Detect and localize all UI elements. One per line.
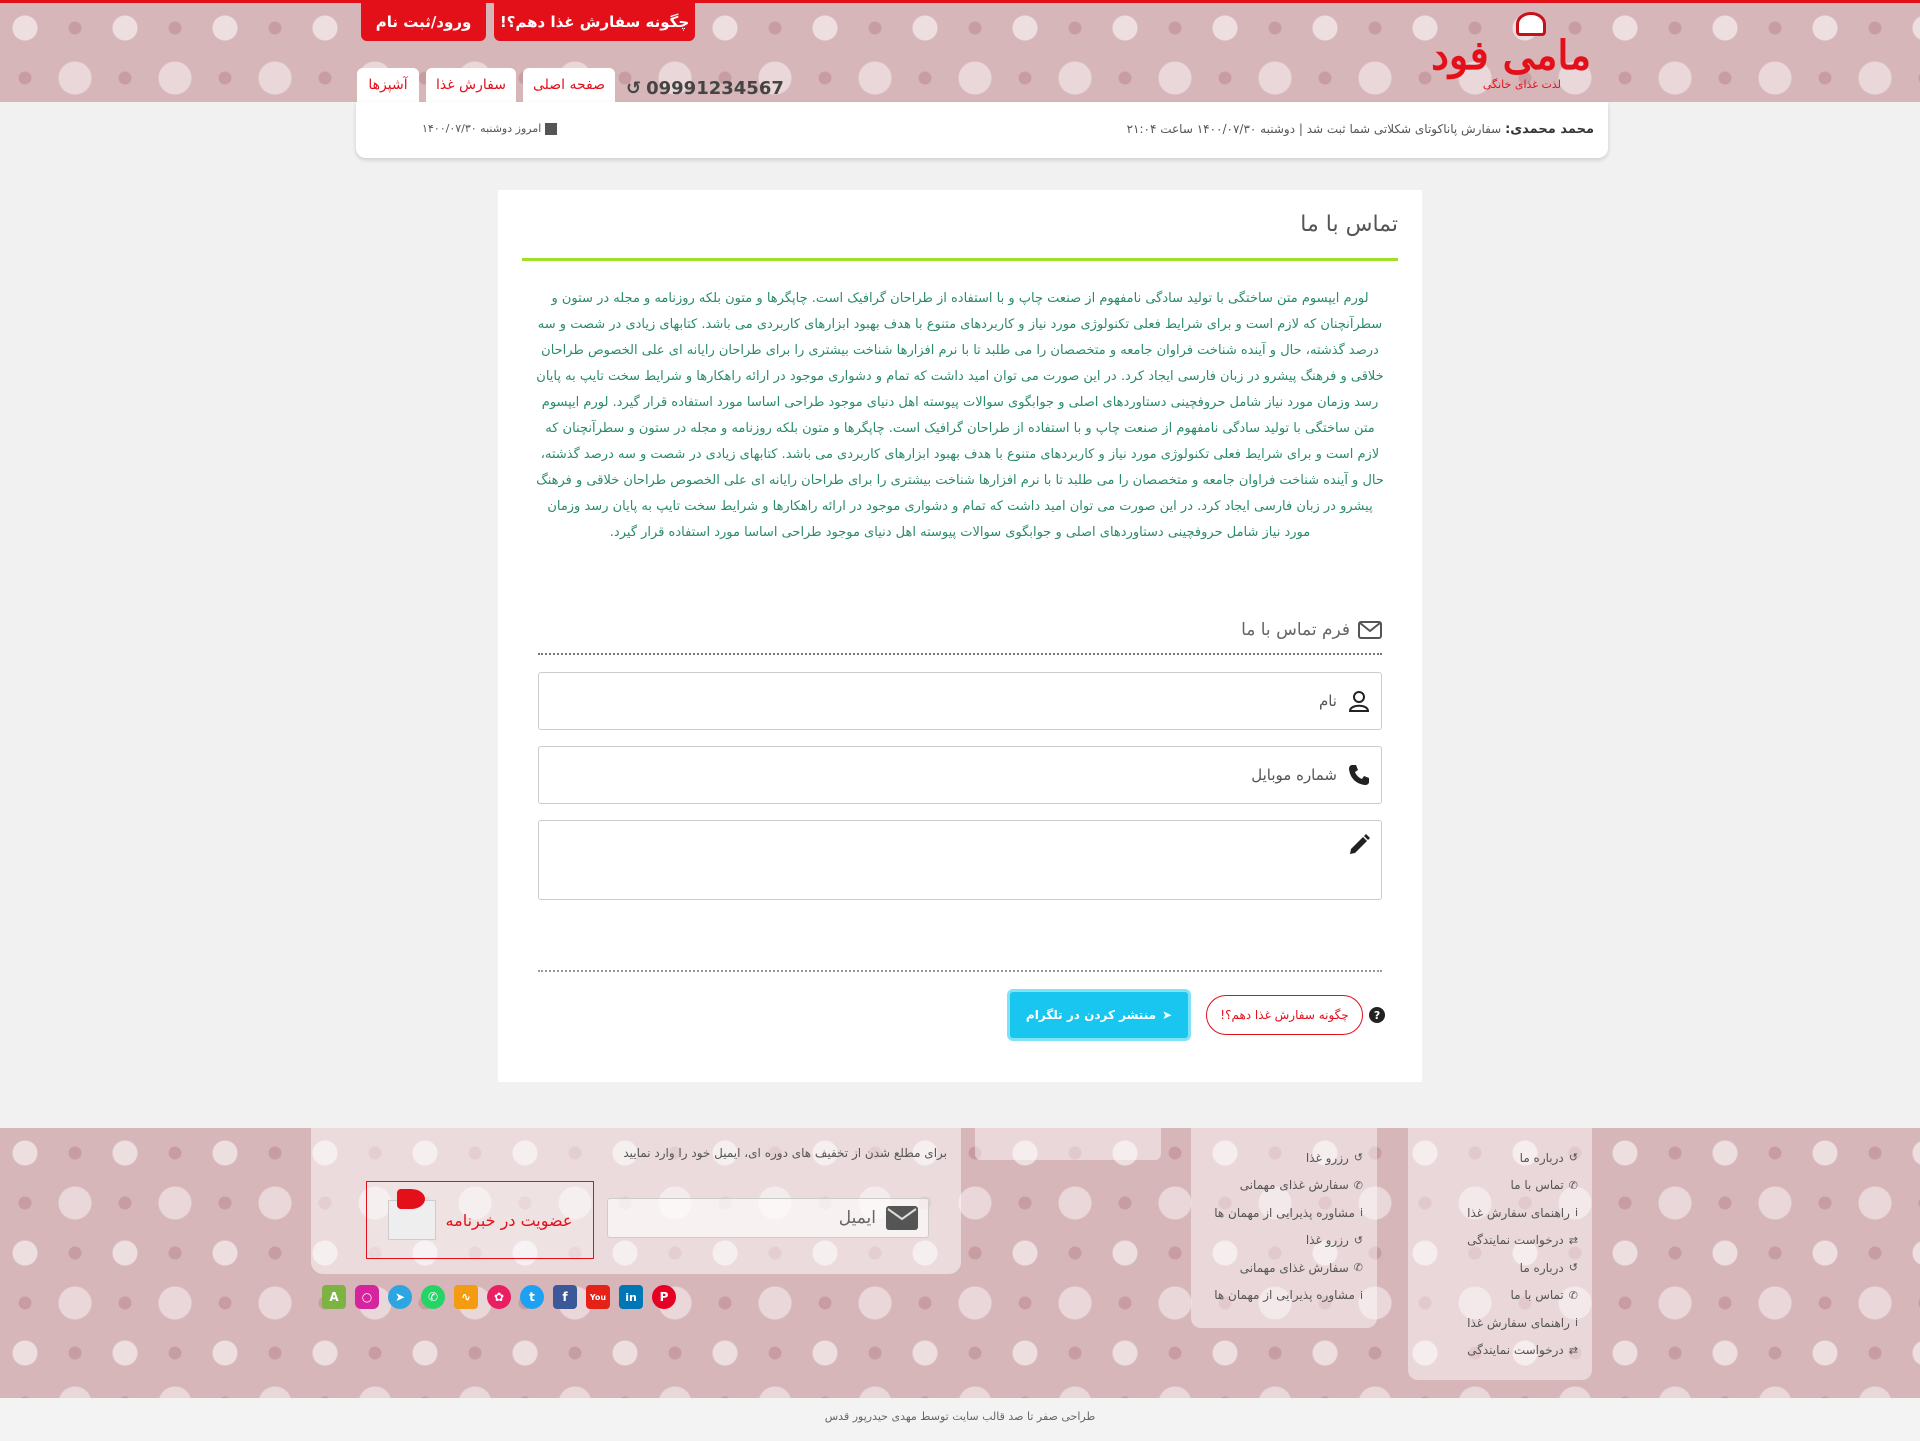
user-icon — [1348, 691, 1370, 712]
contact-form-heading: فرم تماس با ما — [1241, 620, 1382, 640]
history-icon: ↺ — [626, 78, 642, 99]
pinterest-icon[interactable]: P — [652, 1285, 676, 1309]
info-icon: i — [1359, 1206, 1363, 1220]
twitter-icon[interactable]: t — [520, 1285, 544, 1309]
page-title: تماس با ما — [1300, 212, 1398, 237]
subscribe-button[interactable]: عضویت در خبرنامه — [366, 1181, 594, 1259]
share-telegram-button[interactable]: ➤ منتشر کردن در تلگرام — [1010, 992, 1188, 1038]
rss-icon[interactable]: ∿ — [454, 1285, 478, 1309]
divider — [538, 653, 1382, 655]
footer-link[interactable]: i راهنمای سفارش غذا — [1408, 1199, 1578, 1227]
aparat-icon[interactable]: ✿ — [487, 1285, 511, 1309]
shuffle-icon: ⇄ — [1568, 1343, 1578, 1357]
history-icon: ↺ — [1568, 1151, 1578, 1165]
shuffle-icon: ⇄ — [1568, 1233, 1578, 1247]
calendar-icon — [545, 122, 558, 135]
mobile-field[interactable]: شماره موبایل — [538, 746, 1382, 804]
mobile-placeholder: شماره موبایل — [1251, 766, 1337, 784]
copyright-bar: طراحی صفر تا صد قالب سایت توسط مهدی حیدر… — [0, 1398, 1920, 1441]
today-text: امروز دوشنبه ۱۴۰۰/۰۷/۳۰ — [422, 122, 542, 135]
login-register-button[interactable]: ورود/ثبت نام — [361, 3, 486, 41]
how-to-order-help[interactable]: ? چگونه سفارش غذا دهم؟! — [1206, 995, 1385, 1035]
contact-description: لورم ایپسوم متن ساختگی با تولید سادگی نا… — [536, 291, 1384, 540]
footer-link[interactable]: ✆ سفارش غذای مهمانی — [1191, 1172, 1363, 1200]
footer-link[interactable]: ↺ درباره ما — [1408, 1254, 1578, 1282]
contact-panel: تماس با ما لورم ایپسوم متن ساختگی با تول… — [498, 190, 1422, 1082]
history-icon: ↺ — [1353, 1151, 1363, 1165]
facebook-icon[interactable]: f — [553, 1285, 577, 1309]
youtube-icon[interactable]: You — [586, 1285, 610, 1309]
notice-text: سفارش پاناکوتای شکلاتی شما ثبت شد | دوشن… — [1126, 122, 1502, 136]
footer-link[interactable]: i مشاوره پذیرایی از مهمان ها — [1191, 1199, 1363, 1227]
phone-text: 09991234567 — [646, 78, 784, 99]
contact-form-title: فرم تماس با ما — [1241, 620, 1350, 640]
footer-link[interactable]: ↺ رزرو غذا — [1191, 1227, 1363, 1255]
envelope-icon — [1358, 621, 1382, 639]
notice-user: محمد محمدی: — [1505, 122, 1594, 137]
megaphone-mail-icon — [387, 1189, 436, 1240]
telegram-icon[interactable]: ➤ — [388, 1285, 412, 1309]
nav-tab-order-food[interactable]: سفارش غذا — [426, 68, 516, 102]
logo-text: مامی فود — [1431, 32, 1591, 79]
email-input[interactable]: ایمیل — [607, 1198, 929, 1238]
footer-link[interactable]: ↺ رزرو غذا — [1191, 1144, 1363, 1172]
envelope-icon — [886, 1206, 918, 1230]
order-notice: محمد محمدی: سفارش پاناکوتای شکلاتی شما ث… — [1127, 122, 1594, 137]
footer-empty-panel — [975, 1128, 1161, 1160]
pencil-icon — [1350, 834, 1370, 854]
footer-link[interactable]: i مشاوره پذیرایی از مهمان ها — [1191, 1282, 1363, 1310]
info-icon: i — [1574, 1316, 1578, 1330]
how-to-order-link[interactable]: چگونه سفارش غذا دهم؟! — [1206, 995, 1363, 1035]
logo-subtitle: لذت غذای خانگی — [1482, 78, 1561, 91]
copyright-text: طراحی صفر تا صد قالب سایت توسط مهدی حیدر… — [824, 1410, 1096, 1423]
phone-icon: ✆ — [1353, 1178, 1363, 1192]
linkedin-icon[interactable]: in — [619, 1285, 643, 1309]
name-field[interactable]: نام — [538, 672, 1382, 730]
footer-link[interactable]: ⇄ درخواست نمایندگی — [1408, 1227, 1578, 1255]
footer-links-1: ↺ درباره ما ✆ تماس با ما i راهنمای سفارش غذ… — [1408, 1128, 1592, 1380]
info-bar: محمد محمدی: سفارش پاناکوتای شکلاتی شما ث… — [356, 102, 1608, 158]
subscribe-label: عضویت در خبرنامه — [445, 1210, 573, 1230]
phone-icon: ✆ — [1568, 1178, 1578, 1192]
android-icon[interactable]: A — [322, 1285, 346, 1309]
newsletter-panel: برای مطلع شدن از تخفیف های دوره ای، ایمی… — [311, 1128, 961, 1274]
phone-number[interactable]: ↺ 09991234567 — [626, 78, 784, 99]
question-icon: ? — [1369, 1007, 1385, 1023]
footer-link[interactable]: ✆ تماس با ما — [1408, 1282, 1578, 1310]
info-icon: i — [1574, 1206, 1578, 1220]
info-icon: i — [1359, 1288, 1363, 1302]
email-placeholder: ایمیل — [838, 1208, 876, 1228]
history-icon: ↺ — [1568, 1261, 1578, 1275]
footer-link[interactable]: ⇄ درخواست نمایندگی — [1408, 1337, 1578, 1365]
newsletter-text: برای مطلع شدن از تخفیف های دوره ای، ایمی… — [623, 1146, 947, 1160]
name-placeholder: نام — [1318, 692, 1337, 710]
header-band — [0, 0, 1920, 102]
title-underline — [522, 258, 1398, 261]
phone-icon: ✆ — [1353, 1261, 1363, 1275]
site-logo[interactable]: مامی فود لذت غذای خانگی — [1376, 12, 1591, 92]
phone-icon — [1349, 765, 1369, 785]
footer-link[interactable]: ↺ درباره ما — [1408, 1144, 1578, 1172]
send-icon: ➤ — [1162, 1008, 1173, 1022]
nav-tab-home[interactable]: صفحه اصلی — [523, 68, 615, 102]
message-textarea[interactable] — [538, 820, 1382, 900]
phone-icon: ✆ — [1568, 1288, 1578, 1302]
footer-link[interactable]: i راهنمای سفارش غذا — [1408, 1309, 1578, 1337]
how-to-order-button[interactable]: چگونه سفارش غذا دهم؟! — [494, 3, 695, 41]
instagram-icon[interactable]: ○ — [355, 1285, 379, 1309]
social-icons: A ○ ➤ ✆ ∿ ✿ t f You in P — [322, 1285, 676, 1309]
whatsapp-icon[interactable]: ✆ — [421, 1285, 445, 1309]
history-icon: ↺ — [1353, 1233, 1363, 1247]
nav-tab-chefs[interactable]: آشپزها — [357, 68, 419, 102]
share-telegram-label: منتشر کردن در تلگرام — [1025, 1008, 1157, 1022]
footer-link[interactable]: ✆ سفارش غذای مهمانی — [1191, 1254, 1363, 1282]
footer-links-2: ↺ رزرو غذا ✆ سفارش غذای مهمانی i مشاوره پذی… — [1191, 1128, 1377, 1328]
footer-link[interactable]: ✆ تماس با ما — [1408, 1172, 1578, 1200]
today-date: امروز دوشنبه ۱۴۰۰/۰۷/۳۰ — [422, 122, 558, 135]
divider — [538, 970, 1382, 972]
